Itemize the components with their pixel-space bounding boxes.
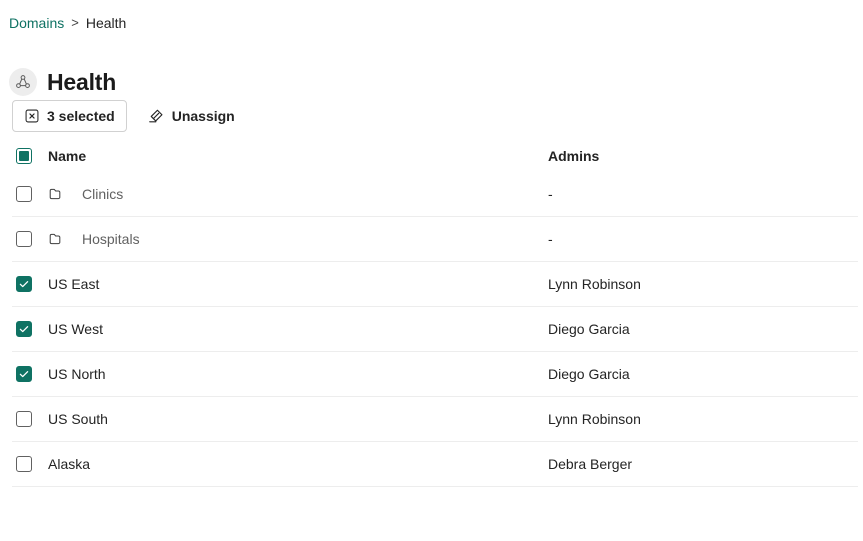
row-name-cell: US West	[48, 321, 498, 337]
row-name-cell: Alaska	[48, 456, 498, 472]
row-admins-label: Lynn Robinson	[498, 276, 858, 292]
row-checkbox[interactable]	[16, 321, 32, 337]
folder-icon	[48, 231, 82, 248]
column-header-name[interactable]: Name	[48, 148, 498, 164]
row-checkbox[interactable]	[16, 231, 32, 247]
selected-count-button[interactable]: 3 selected	[12, 100, 127, 132]
unassign-label: Unassign	[172, 108, 235, 124]
row-admins-label: -	[498, 186, 858, 202]
row-name-label[interactable]: US South	[48, 411, 108, 427]
table-row[interactable]: US West Diego Garcia	[12, 307, 858, 352]
row-select-cell	[12, 186, 48, 202]
row-name-cell: Clinics	[48, 186, 498, 203]
table-row[interactable]: US East Lynn Robinson	[12, 262, 858, 307]
selected-count-label: 3 selected	[47, 108, 115, 124]
unassign-button[interactable]: Unassign	[137, 100, 245, 132]
row-name-cell: US East	[48, 276, 498, 292]
breadcrumb-separator: >	[71, 13, 79, 33]
row-admins-label: Diego Garcia	[498, 321, 858, 337]
row-admins-label: -	[498, 231, 858, 247]
breadcrumb-current-health: Health	[86, 13, 126, 33]
row-checkbox[interactable]	[16, 456, 32, 472]
row-name-cell: Hospitals	[48, 231, 498, 248]
breadcrumb-link-domains[interactable]: Domains	[9, 13, 64, 33]
indeterminate-fill	[19, 151, 29, 161]
page-title: Health	[47, 68, 116, 96]
row-name-cell: US South	[48, 411, 498, 427]
domains-table: Name Admins Clinics - Hospitals - US East Lyn…	[12, 139, 858, 487]
row-name-label[interactable]: US North	[48, 366, 106, 382]
table-header-row: Name Admins	[12, 139, 858, 172]
folder-icon	[48, 186, 82, 203]
row-select-cell	[12, 321, 48, 337]
row-name-label[interactable]: Clinics	[82, 186, 123, 202]
eraser-icon	[147, 107, 165, 125]
row-select-cell	[12, 231, 48, 247]
table-row[interactable]: Clinics -	[12, 172, 858, 217]
row-name-label[interactable]: US East	[48, 276, 99, 292]
row-checkbox[interactable]	[16, 276, 32, 292]
row-admins-label: Diego Garcia	[498, 366, 858, 382]
breadcrumb: Domains > Health	[9, 13, 126, 33]
row-select-cell	[12, 411, 48, 427]
selection-toolbar: 3 selected Unassign	[12, 100, 245, 132]
table-body: Clinics-Hospitals-US EastLynn RobinsonUS…	[12, 172, 858, 487]
table-row[interactable]: Alaska Debra Berger	[12, 442, 858, 487]
select-all-cell	[12, 148, 48, 164]
row-checkbox[interactable]	[16, 411, 32, 427]
row-select-cell	[12, 276, 48, 292]
table-row[interactable]: US South Lynn Robinson	[12, 397, 858, 442]
row-admins-label: Debra Berger	[498, 456, 858, 472]
row-select-cell	[12, 456, 48, 472]
domain-detail-page: Domains > Health Health 3 selected	[0, 0, 863, 541]
row-checkbox[interactable]	[16, 186, 32, 202]
row-name-label[interactable]: US West	[48, 321, 103, 337]
select-all-checkbox[interactable]	[16, 148, 32, 164]
row-admins-label: Lynn Robinson	[498, 411, 858, 427]
table-row[interactable]: US North Diego Garcia	[12, 352, 858, 397]
row-select-cell	[12, 366, 48, 382]
domain-network-icon	[9, 68, 37, 96]
row-checkbox[interactable]	[16, 366, 32, 382]
table-row[interactable]: Hospitals -	[12, 217, 858, 262]
dismiss-square-icon	[24, 108, 40, 124]
row-name-label[interactable]: Hospitals	[82, 231, 140, 247]
column-header-admins[interactable]: Admins	[498, 148, 858, 164]
row-name-label[interactable]: Alaska	[48, 456, 90, 472]
row-name-cell: US North	[48, 366, 498, 382]
